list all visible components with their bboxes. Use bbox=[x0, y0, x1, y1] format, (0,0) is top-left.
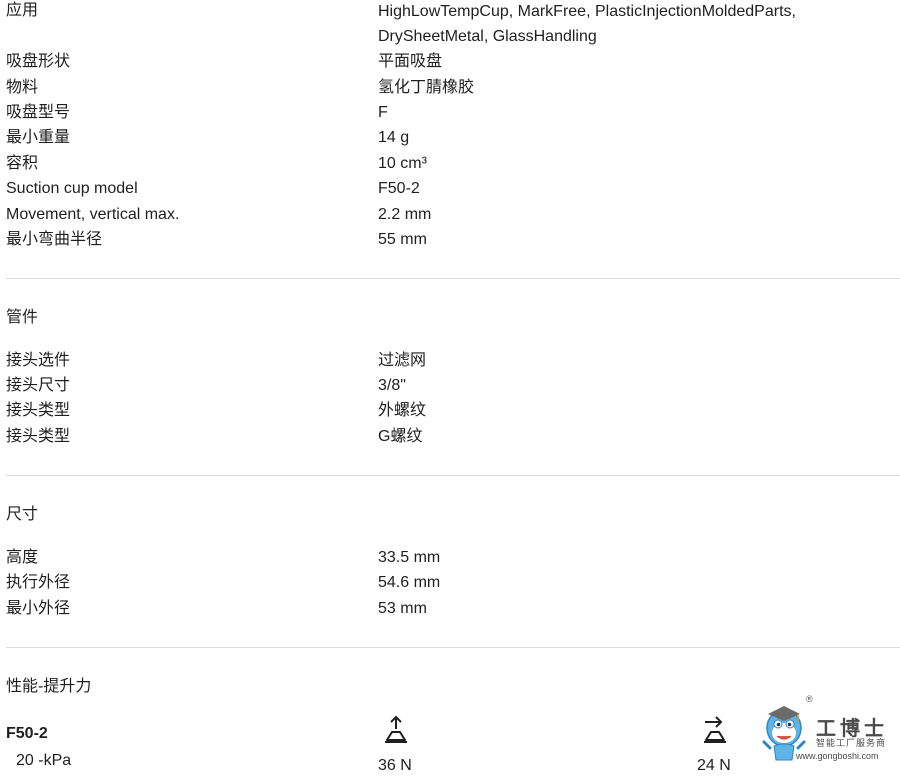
spec-label: Suction cup model bbox=[6, 180, 138, 197]
fitting-label: 接头类型 bbox=[6, 402, 71, 419]
watermark-tagline: 智能工厂服务商 bbox=[816, 738, 887, 748]
fitting-label: 接头类型 bbox=[6, 428, 71, 445]
spec-row: 物料 氢化丁腈橡胶 bbox=[0, 77, 900, 103]
spec-row: Suction cup model F50-2 bbox=[0, 178, 900, 204]
fitting-label: 接头选件 bbox=[6, 352, 71, 369]
spec-value: 14 g bbox=[378, 129, 410, 146]
horizontal-force-value: 24 N bbox=[697, 757, 731, 774]
section-divider bbox=[6, 278, 900, 279]
dimension-row: 高度 33.5 mm bbox=[0, 547, 900, 573]
spec-label: 最小重量 bbox=[6, 129, 71, 146]
fitting-row: 接头类型 G螺纹 bbox=[0, 426, 900, 452]
dimension-value: 54.6 mm bbox=[378, 574, 441, 591]
dimension-value: 53 mm bbox=[378, 600, 427, 617]
spec-row: 吸盘型号 F bbox=[0, 102, 900, 128]
spec-value-line-2: DrySheetMetal, GlassHandling bbox=[378, 28, 597, 45]
spec-value: 10 cm³ bbox=[378, 155, 427, 172]
fitting-value: 外螺纹 bbox=[378, 402, 427, 419]
section-divider bbox=[6, 475, 900, 476]
fitting-row: 接头选件 过滤网 bbox=[0, 350, 900, 376]
dimension-row: 最小外径 53 mm bbox=[0, 598, 900, 624]
spec-value: HighLowTempCup, MarkFree, PlasticInjecti… bbox=[378, 0, 878, 49]
fitting-value: 3/8" bbox=[378, 377, 406, 394]
spec-label: 应用 bbox=[6, 2, 39, 19]
spec-label: Movement, vertical max. bbox=[6, 206, 180, 223]
spec-value: 氢化丁腈橡胶 bbox=[378, 79, 475, 96]
section-heading-dimensions: 尺寸 bbox=[6, 506, 39, 523]
dimension-label: 高度 bbox=[6, 549, 39, 566]
fitting-value: 过滤网 bbox=[378, 352, 427, 369]
spec-value: 2.2 mm bbox=[378, 206, 432, 223]
fitting-row: 接头尺寸 3/8" bbox=[0, 375, 900, 401]
spec-row-application: 应用 HighLowTempCup, MarkFree, PlasticInje… bbox=[0, 0, 900, 50]
section-divider bbox=[6, 647, 900, 648]
spec-value-line-1: HighLowTempCup, MarkFree, PlasticInjecti… bbox=[378, 3, 796, 20]
spec-label: 吸盘型号 bbox=[6, 104, 71, 121]
spec-label: 物料 bbox=[6, 79, 39, 96]
spec-row: Movement, vertical max. 2.2 mm bbox=[0, 204, 900, 230]
section-heading-fittings: 管件 bbox=[6, 309, 39, 326]
fitting-label: 接头尺寸 bbox=[6, 377, 71, 394]
performance-pressure: 20 -kPa bbox=[16, 752, 72, 769]
vertical-lift-icon bbox=[383, 715, 409, 743]
fitting-value: G螺纹 bbox=[378, 428, 423, 445]
performance-model: F50-2 bbox=[6, 725, 48, 742]
watermark-logo: ® 工博士 智能工厂服务商 www.gongboshi.com bbox=[760, 690, 900, 777]
spec-value: 55 mm bbox=[378, 231, 427, 248]
spec-row: 容积 10 cm³ bbox=[0, 153, 900, 179]
spec-label: 吸盘形状 bbox=[6, 53, 71, 70]
spec-value: 平面吸盘 bbox=[378, 53, 443, 70]
spec-label: 容积 bbox=[6, 155, 39, 172]
spec-value: F50-2 bbox=[378, 180, 420, 197]
dimension-label: 执行外径 bbox=[6, 574, 71, 591]
watermark-url: www.gongboshi.com bbox=[796, 751, 879, 761]
watermark-registered: ® bbox=[806, 694, 813, 704]
section-heading-performance: 性能-提升力 bbox=[6, 678, 92, 695]
fitting-row: 接头类型 外螺纹 bbox=[0, 400, 900, 426]
spec-row: 吸盘形状 平面吸盘 bbox=[0, 51, 900, 77]
spec-label: 最小弯曲半径 bbox=[6, 231, 103, 248]
horizontal-lift-icon bbox=[702, 715, 728, 743]
dimension-value: 33.5 mm bbox=[378, 549, 441, 566]
dimension-label: 最小外径 bbox=[6, 600, 71, 617]
spec-row: 最小重量 14 g bbox=[0, 127, 900, 153]
spec-value: F bbox=[378, 104, 388, 121]
spec-row: 最小弯曲半径 55 mm bbox=[0, 229, 900, 255]
dimension-row: 执行外径 54.6 mm bbox=[0, 572, 900, 598]
vertical-force-value: 36 N bbox=[378, 757, 412, 774]
